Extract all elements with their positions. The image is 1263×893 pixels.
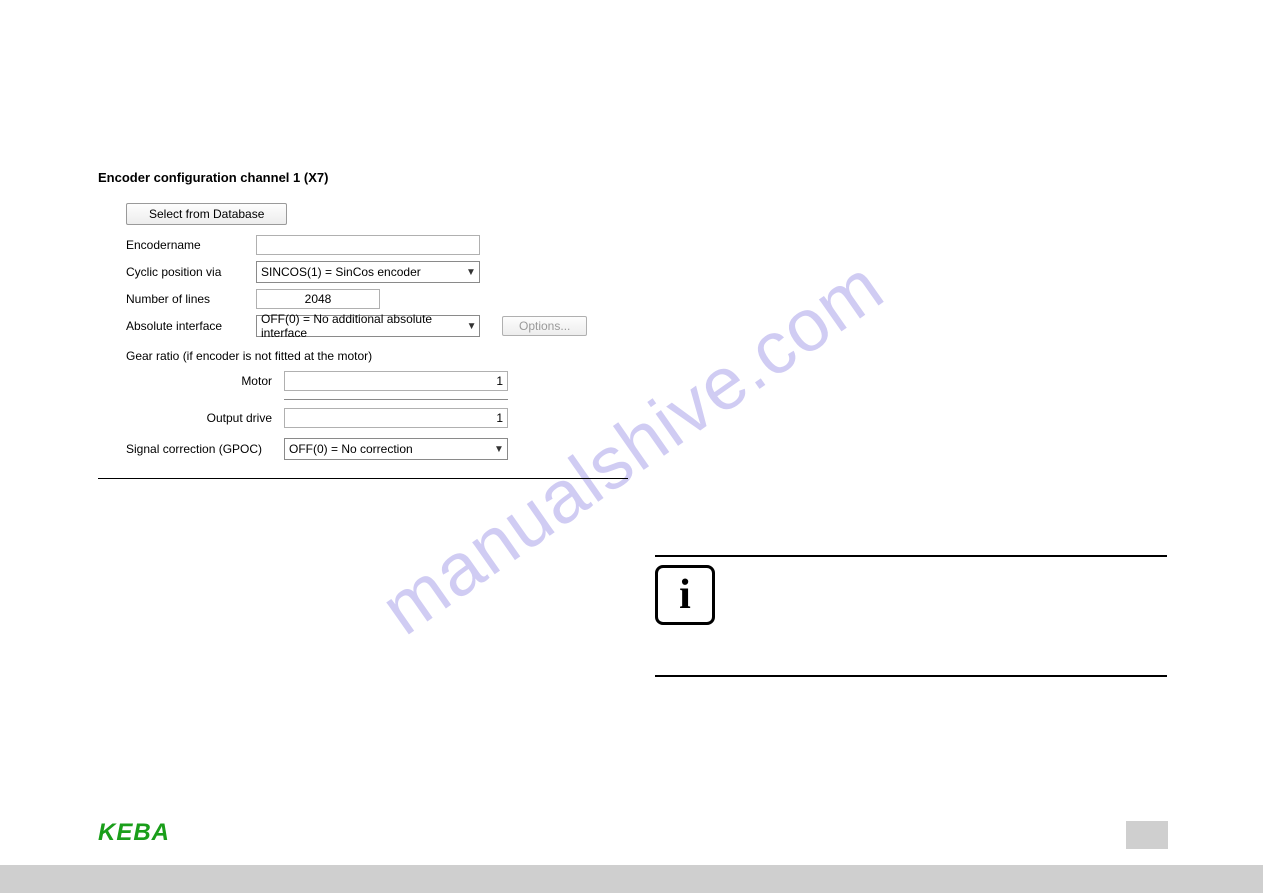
- ratio-divider: [284, 399, 508, 400]
- row-output-drive: Output drive: [98, 408, 628, 428]
- row-motor: Motor: [98, 371, 628, 391]
- row-cyclic-position: Cyclic position via SINCOS(1) = SinCos e…: [98, 261, 628, 283]
- chevron-down-icon: ▼: [491, 444, 507, 455]
- cyclic-position-select[interactable]: SINCOS(1) = SinCos encoder ▼: [256, 261, 480, 283]
- gear-ratio-heading: Gear ratio (if encoder is not fitted at …: [98, 349, 628, 363]
- signal-correction-value: OFF(0) = No correction: [289, 442, 413, 456]
- encoder-config-form: Encoder configuration channel 1 (X7) Sel…: [98, 170, 628, 487]
- info-bottom-rule: [655, 675, 1167, 677]
- chevron-down-icon: ▼: [463, 267, 479, 278]
- label-cyclic-position: Cyclic position via: [98, 265, 256, 279]
- number-of-lines-input[interactable]: [256, 289, 380, 309]
- encodername-input[interactable]: [256, 235, 480, 255]
- absolute-interface-select[interactable]: OFF(0) = No additional absolute interfac…: [256, 315, 480, 337]
- label-number-of-lines: Number of lines: [98, 292, 256, 306]
- label-signal-correction: Signal correction (GPOC): [98, 442, 284, 456]
- signal-correction-select[interactable]: OFF(0) = No correction ▼: [284, 438, 508, 460]
- page-number-box: [1126, 821, 1168, 849]
- select-from-database-button[interactable]: Select from Database: [126, 203, 287, 225]
- label-absolute-interface: Absolute interface: [98, 319, 256, 333]
- form-bottom-rule: [98, 478, 628, 479]
- label-motor: Motor: [98, 374, 284, 388]
- options-button: Options...: [502, 316, 587, 336]
- section-title: Encoder configuration channel 1 (X7): [98, 170, 628, 185]
- label-encodername: Encodername: [98, 238, 256, 252]
- motor-input[interactable]: [284, 371, 508, 391]
- label-output-drive: Output drive: [98, 411, 284, 425]
- row-encodername: Encodername: [98, 235, 628, 255]
- cyclic-position-value: SINCOS(1) = SinCos encoder: [261, 265, 421, 279]
- footer-bar: [0, 865, 1263, 893]
- row-absolute-interface: Absolute interface OFF(0) = No additiona…: [98, 315, 628, 337]
- row-signal-correction: Signal correction (GPOC) OFF(0) = No cor…: [98, 438, 628, 460]
- logo-text: KEBA: [98, 819, 170, 846]
- output-drive-input[interactable]: [284, 408, 508, 428]
- row-number-of-lines: Number of lines: [98, 289, 628, 309]
- info-top-rule: [655, 555, 1167, 557]
- chevron-down-icon: ▼: [464, 321, 479, 332]
- keba-logo: KEBA: [98, 819, 170, 847]
- absolute-interface-value: OFF(0) = No additional absolute interfac…: [261, 312, 464, 340]
- info-icon: i: [655, 565, 715, 625]
- info-icon-letter: i: [679, 574, 691, 616]
- page-content: Encoder configuration channel 1 (X7) Sel…: [0, 0, 1263, 893]
- info-block: i: [655, 555, 1167, 685]
